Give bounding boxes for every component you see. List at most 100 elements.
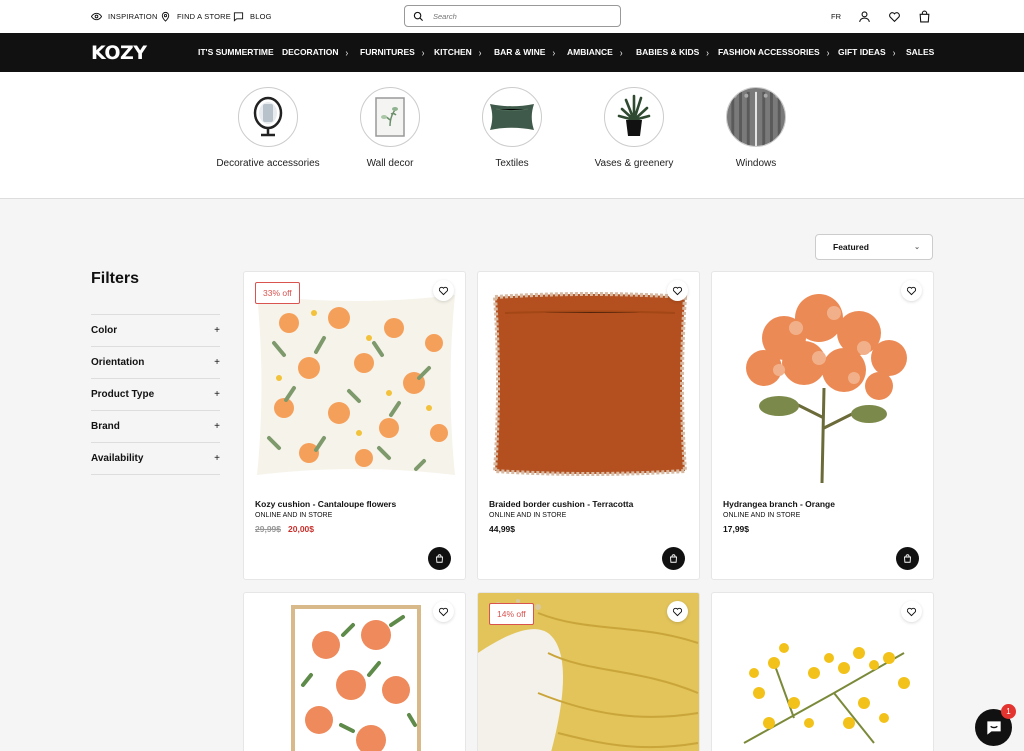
- plus-icon: +: [214, 389, 220, 400]
- product-price: 29,99$ 20,00$: [255, 524, 314, 534]
- product-image-peach-print[interactable]: [244, 593, 465, 751]
- product-name[interactable]: Braided border cushion - Terracotta: [489, 499, 633, 509]
- product-card[interactable]: Braided border cushion - Terracotta ONLI…: [477, 271, 700, 580]
- product-image-hydrangea[interactable]: [712, 272, 933, 493]
- wishlist-button[interactable]: [667, 601, 688, 622]
- inspiration-link[interactable]: INSPIRATION: [91, 11, 158, 22]
- product-availability: ONLINE AND IN STORE: [489, 512, 567, 519]
- product-name[interactable]: Hydrangea branch - Orange: [723, 499, 835, 509]
- find-store-link[interactable]: FIND A STORE: [160, 11, 231, 22]
- heart-icon: [438, 607, 449, 617]
- category-decorative-accessories[interactable]: Decorative accessories: [208, 87, 328, 171]
- wishlist-icon[interactable]: [888, 10, 901, 23]
- frame-icon: [360, 87, 420, 147]
- shopping-bag-icon: [904, 554, 911, 563]
- wishlist-button[interactable]: [901, 601, 922, 622]
- category-label: Windows: [735, 158, 777, 169]
- product-price: 44,99$: [489, 524, 515, 534]
- mirror-icon: [238, 87, 298, 147]
- nav-item-babies-kids[interactable]: BABIES & KIDS ›: [636, 46, 709, 58]
- add-to-cart-button[interactable]: [662, 547, 685, 570]
- category-wall-decor[interactable]: Wall decor: [330, 87, 450, 171]
- blog-link[interactable]: BLOG: [233, 11, 272, 22]
- filter-color[interactable]: Color +: [91, 314, 220, 346]
- product-card[interactable]: 14% off: [477, 592, 700, 751]
- heart-icon: [672, 607, 683, 617]
- product-card[interactable]: 33% off Kozy cushion - Cantaloupe flower…: [243, 271, 466, 580]
- chat-unread-badge: 1: [1001, 704, 1016, 719]
- nav-item-furnitures[interactable]: FURNITURES ›: [360, 46, 425, 58]
- product-card[interactable]: [711, 592, 934, 751]
- plus-icon: +: [214, 421, 220, 432]
- wishlist-button[interactable]: [667, 280, 688, 301]
- sale-price: 20,00$: [288, 524, 314, 534]
- add-to-cart-button[interactable]: [896, 547, 919, 570]
- chevron-right-icon: ›: [619, 46, 623, 58]
- filters-title: Filters: [91, 270, 140, 287]
- find-store-label: FIND A STORE: [177, 12, 231, 21]
- nav-item-decoration[interactable]: DECORATION ›: [282, 46, 348, 58]
- heart-icon: [906, 607, 917, 617]
- heart-icon: [906, 286, 917, 296]
- sort-select[interactable]: Featured ⌄: [815, 234, 933, 260]
- plus-icon: +: [214, 325, 220, 336]
- kozy-logo[interactable]: KOZY: [91, 42, 147, 64]
- category-textiles[interactable]: Textiles: [452, 87, 572, 171]
- shopping-bag-icon[interactable]: [918, 10, 931, 23]
- chevron-down-icon: ⌄: [914, 244, 920, 251]
- main-navigation: KOZY IT'S SUMMERTIME DECORATION › FURNITU…: [0, 33, 1024, 72]
- search-input[interactable]: [433, 11, 613, 21]
- category-label: Wall decor: [366, 158, 414, 169]
- sort-selected-value: Featured: [833, 242, 869, 252]
- wishlist-button[interactable]: [901, 280, 922, 301]
- shopping-bag-icon: [670, 554, 677, 563]
- shopping-bag-icon: [436, 554, 443, 563]
- product-name[interactable]: Kozy cushion - Cantaloupe flowers: [255, 499, 396, 509]
- filter-brand[interactable]: Brand +: [91, 410, 220, 442]
- plus-icon: +: [214, 453, 220, 464]
- discount-badge: 33% off: [255, 282, 300, 304]
- product-image-yellow-flowers[interactable]: [712, 593, 933, 751]
- original-price: 29,99$: [255, 524, 281, 534]
- category-label: Textiles: [495, 158, 529, 169]
- nav-item-gift-ideas[interactable]: GIFT IDEAS ›: [838, 46, 895, 58]
- nav-item-ambiance[interactable]: AMBIANCE ›: [567, 46, 623, 58]
- nav-item-fashion-accessories[interactable]: FASHION ACCESSORIES ›: [718, 46, 830, 58]
- category-label: Decorative accessories: [216, 158, 320, 169]
- account-icon[interactable]: [858, 10, 871, 23]
- inspiration-label: INSPIRATION: [108, 12, 158, 21]
- product-card[interactable]: [243, 592, 466, 751]
- price: 17,99$: [723, 524, 749, 534]
- chat-bubble-icon: [233, 12, 244, 22]
- wishlist-button[interactable]: [433, 601, 454, 622]
- nav-item-summertime[interactable]: IT'S SUMMERTIME: [198, 47, 274, 57]
- heart-icon: [438, 286, 449, 296]
- nav-item-kitchen[interactable]: KITCHEN ›: [434, 46, 482, 58]
- nav-item-sales[interactable]: SALES: [906, 47, 934, 57]
- pillow-icon: [482, 87, 542, 147]
- nav-item-bar-wine[interactable]: BAR & WINE ›: [494, 46, 556, 58]
- filter-orientation[interactable]: Orientation +: [91, 346, 220, 378]
- chevron-right-icon: ›: [478, 46, 482, 58]
- language-switch[interactable]: FR: [831, 12, 841, 21]
- search-box[interactable]: [404, 5, 621, 27]
- add-to-cart-button[interactable]: [428, 547, 451, 570]
- chat-icon: [986, 720, 1001, 735]
- map-pin-icon: [161, 11, 170, 22]
- chevron-right-icon: ›: [826, 46, 830, 58]
- category-windows[interactable]: Windows: [696, 87, 816, 171]
- filter-availability[interactable]: Availability +: [91, 442, 220, 474]
- filter-product-type[interactable]: Product Type +: [91, 378, 220, 410]
- product-availability: ONLINE AND IN STORE: [255, 512, 333, 519]
- product-image-terracotta-cushion[interactable]: [478, 272, 699, 493]
- chevron-right-icon: ›: [421, 46, 425, 58]
- product-card[interactable]: Hydrangea branch - Orange ONLINE AND IN …: [711, 271, 934, 580]
- chevron-right-icon: ›: [552, 46, 556, 58]
- category-vases-greenery[interactable]: Vases & greenery: [574, 87, 694, 171]
- product-image-floral-cushion[interactable]: [244, 272, 465, 493]
- price: 44,99$: [489, 524, 515, 534]
- plus-icon: +: [214, 357, 220, 368]
- eye-icon: [91, 12, 102, 21]
- curtain-icon: [726, 87, 786, 147]
- wishlist-button[interactable]: [433, 280, 454, 301]
